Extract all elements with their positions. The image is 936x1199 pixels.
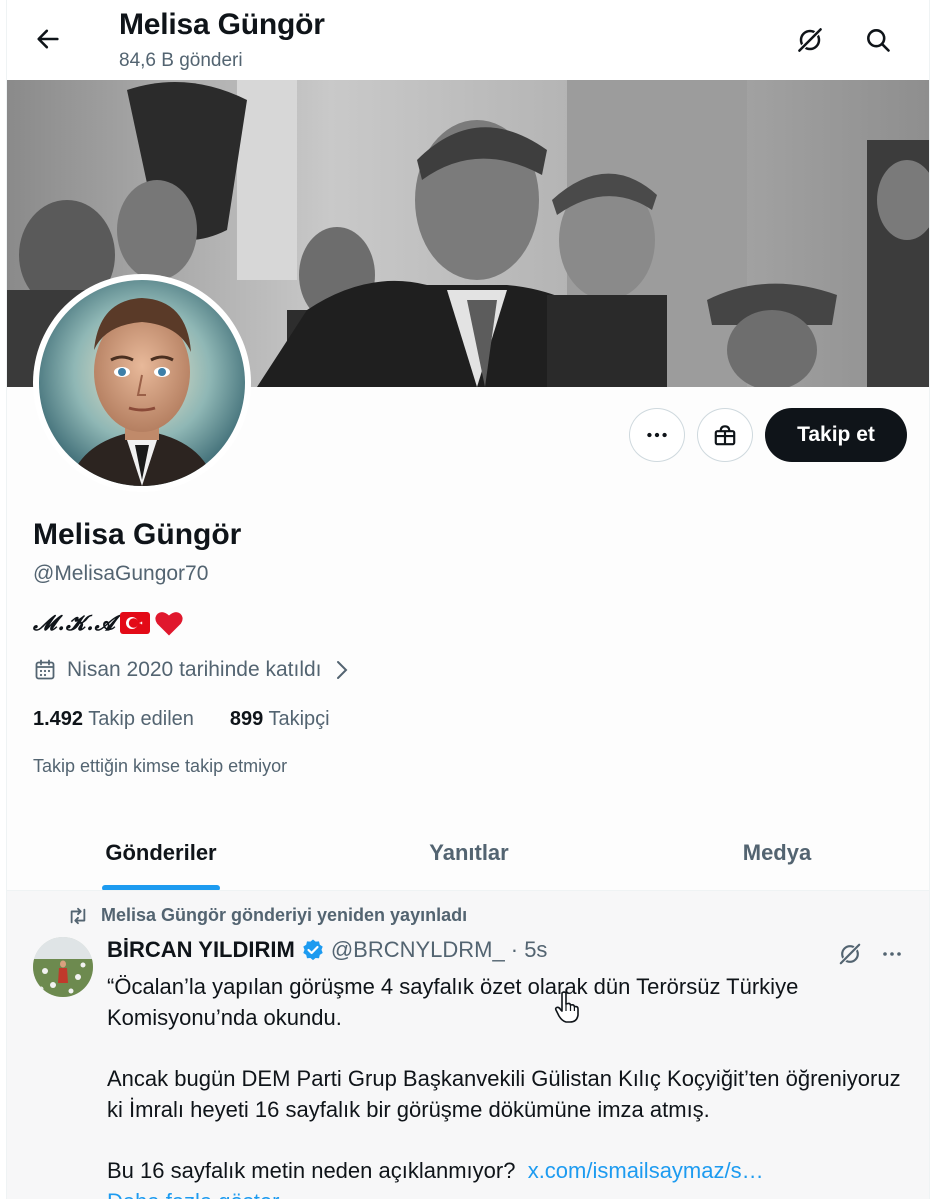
followers-label: Takipçi bbox=[268, 708, 330, 730]
follow-button[interactable]: Takip et bbox=[765, 408, 907, 462]
post-card[interactable]: Melisa Güngör gönderiyi yeniden yayınlad… bbox=[7, 891, 929, 1199]
repost-indicator: Melisa Güngör gönderiyi yeniden yayınlad… bbox=[67, 905, 467, 926]
tab-media[interactable]: Medya bbox=[623, 815, 929, 891]
post-more-button[interactable] bbox=[875, 937, 909, 971]
gift-icon bbox=[714, 425, 736, 446]
turkey-flag-icon bbox=[119, 612, 150, 634]
repost-label: Melisa Güngör gönderiyi yeniden yayınlad… bbox=[101, 905, 468, 925]
tab-posts[interactable]: Gönderiler bbox=[7, 815, 315, 891]
post-author-handle[interactable]: @BRCNYLDRM_ bbox=[331, 937, 505, 963]
post-author-name[interactable]: BİRCAN YILDIRIM bbox=[107, 937, 295, 963]
profile-avatar[interactable] bbox=[33, 274, 251, 492]
post-header: BİRCAN YILDIRIM @BRCNYLDRM_ · 5s bbox=[107, 937, 547, 963]
following-link[interactable]: 1.492 Takip edilen bbox=[33, 708, 194, 731]
tab-media-label: Medya bbox=[742, 840, 812, 865]
post-paragraph: Bu 16 sayfalık metin neden açıklanmıyor?… bbox=[107, 1155, 907, 1186]
post-paragraph: “Öcalan’la yapılan görüşme 4 sayfalık öz… bbox=[107, 974, 799, 1030]
top-bar: Melisa Güngör 84,6 B gönderi bbox=[7, 0, 929, 80]
post-avatar-image bbox=[33, 937, 93, 997]
grok-button[interactable] bbox=[790, 20, 830, 60]
profile-bio: 𝓜.𝓚.𝓐 bbox=[33, 609, 184, 637]
tab-posts-label: Gönderiler bbox=[105, 840, 217, 865]
chevron-right-icon bbox=[336, 661, 347, 679]
profile-handle: @MelisaGungor70 bbox=[33, 562, 209, 585]
profile-name: Melisa Güngör bbox=[33, 518, 242, 551]
followers-count: 899 bbox=[229, 708, 264, 730]
header-post-count: 84,6 B gönderi bbox=[119, 50, 243, 71]
avatar-image bbox=[39, 280, 245, 486]
post-text: “Öcalan’la yapılan görüşme 4 sayfalık öz… bbox=[107, 971, 907, 1199]
header-title: Melisa Güngör bbox=[119, 8, 325, 41]
red-heart-icon bbox=[155, 612, 183, 636]
calendar-icon bbox=[35, 659, 55, 680]
post-time[interactable]: · 5s bbox=[511, 937, 548, 963]
post-grok-button[interactable] bbox=[833, 937, 867, 971]
profile-page: Melisa Güngör 84,6 B gönderi Takip et Me… bbox=[6, 0, 930, 1199]
subscribe-gift-button[interactable] bbox=[697, 408, 753, 462]
search-icon bbox=[867, 29, 890, 52]
back-button[interactable] bbox=[29, 20, 67, 58]
post-link[interactable]: x.com/ismailsaymaz/s… bbox=[528, 1158, 764, 1183]
more-icon bbox=[883, 952, 901, 956]
joined-date[interactable]: Nisan 2020 tarihinde katıldı bbox=[33, 658, 352, 682]
follow-stats: 1.492 Takip edilen 899 Takipçi bbox=[33, 708, 330, 731]
back-arrow-icon bbox=[37, 29, 59, 49]
post-paragraph: Ancak bugün DEM Parti Grup Başkanvekili … bbox=[107, 1066, 901, 1122]
post-author-avatar[interactable] bbox=[33, 937, 93, 997]
verified-badge-icon bbox=[303, 939, 323, 961]
bio-text: 𝓜.𝓚.𝓐 bbox=[33, 610, 116, 635]
tab-replies[interactable]: Yanıtlar bbox=[315, 815, 623, 891]
joined-text: Nisan 2020 tarihinde katıldı bbox=[67, 658, 322, 681]
grok-icon bbox=[838, 942, 862, 966]
profile-tabs: Gönderiler Yanıtlar Medya bbox=[7, 815, 929, 891]
followers-link[interactable]: 899 Takipçi bbox=[230, 708, 330, 731]
post-question: Bu 16 sayfalık metin neden açıklanmıyor? bbox=[107, 1158, 516, 1183]
search-button[interactable] bbox=[858, 20, 898, 60]
more-options-button[interactable] bbox=[629, 408, 685, 462]
following-count: 1.492 bbox=[33, 708, 84, 730]
tab-replies-label: Yanıtlar bbox=[429, 840, 509, 865]
show-more-link[interactable]: Daha fazla göster bbox=[107, 1186, 907, 1199]
repost-icon bbox=[70, 907, 86, 924]
followed-by-info: Takip ettiğin kimse takip etmiyor bbox=[33, 756, 288, 776]
grok-icon bbox=[796, 26, 824, 54]
following-label: Takip edilen bbox=[88, 708, 194, 730]
more-icon bbox=[647, 432, 667, 438]
pointer-cursor-icon bbox=[554, 991, 579, 1023]
